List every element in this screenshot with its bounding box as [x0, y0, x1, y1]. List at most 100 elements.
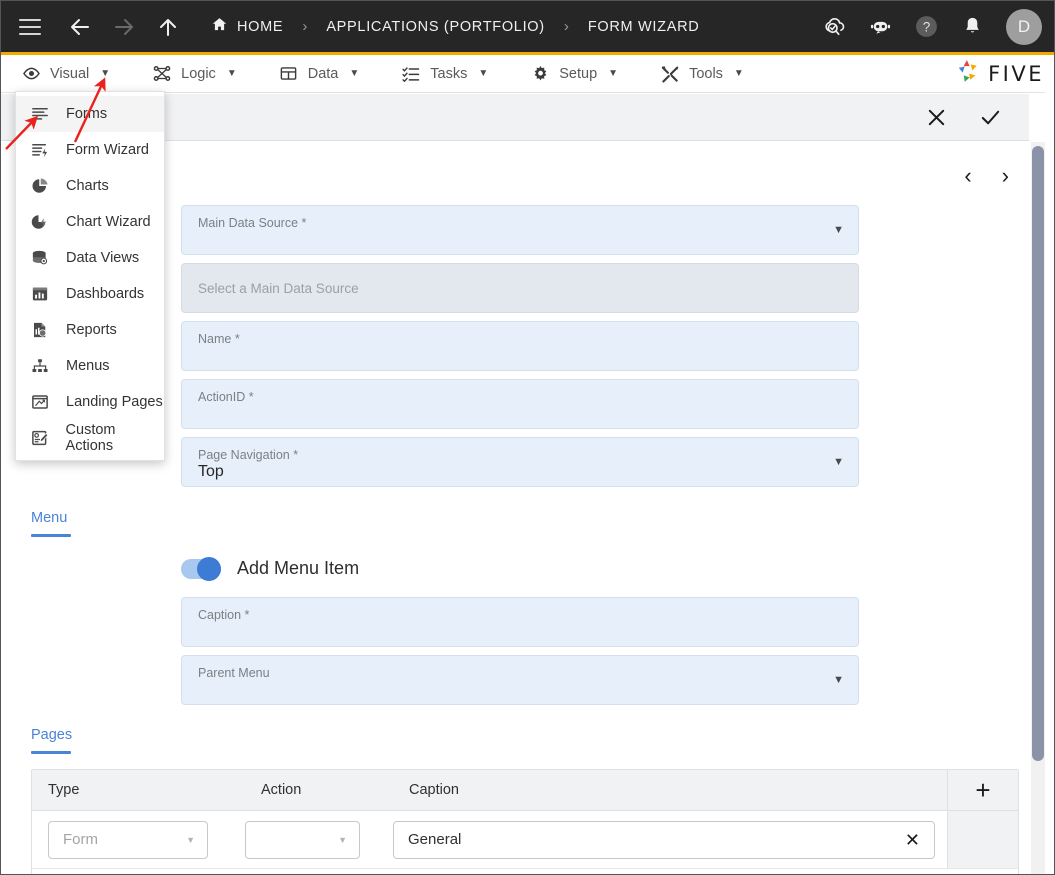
field-label: Page Navigation * [198, 448, 299, 462]
close-icon[interactable] [923, 104, 949, 130]
clear-icon[interactable]: ✕ [905, 830, 920, 851]
dropdown-item-dashboards[interactable]: Dashboards [16, 276, 164, 312]
record-pager: ‹ › [958, 161, 1015, 191]
menu-tasks[interactable]: Tasks ▼ [401, 64, 488, 84]
checklist-icon [401, 64, 421, 84]
column-header-action: Action [261, 782, 302, 798]
field-name[interactable]: Name * [181, 321, 859, 371]
breadcrumb-item-form-wizard[interactable]: FORM WIZARD [588, 19, 700, 35]
avatar[interactable]: D [1006, 8, 1042, 45]
five-brand-text: FIVE [988, 61, 1044, 86]
chevron-down-icon: ▼ [733, 68, 744, 79]
application-menu-bar: Visual ▼ Logic ▼ Data ▼ Tasks ▼ Setup ▼ … [1, 55, 1054, 93]
vertical-scrollbar-thumb[interactable] [1032, 146, 1044, 761]
dropdown-item-label: Custom Actions [65, 422, 116, 454]
field-label: Caption * [198, 608, 250, 622]
menu-data[interactable]: Data ▼ [279, 64, 360, 84]
dropdown-item-landing-pages[interactable]: Landing Pages [16, 384, 164, 420]
cell-row-end [947, 811, 1018, 868]
cell-action: ▼ [245, 820, 393, 859]
form-wizard-icon [30, 140, 50, 160]
menu-logic[interactable]: Logic ▼ [152, 64, 237, 84]
menu-visual[interactable]: Visual ▼ [21, 64, 110, 84]
chevron-down-icon: ▼ [349, 68, 360, 79]
menu-setup[interactable]: Setup ▼ [530, 64, 618, 84]
dropdown-item-form-wizard[interactable]: Form Wizard [16, 132, 164, 168]
cloud-check-icon[interactable] [820, 13, 848, 41]
breadcrumb-item-applications[interactable]: APPLICATIONS (PORTFOLIO) [326, 19, 545, 35]
nodes-icon [152, 64, 172, 84]
arrow-left-icon[interactable] [67, 14, 93, 40]
menu-logic-label: Logic [181, 65, 216, 82]
field-label: Parent Menu [198, 666, 270, 680]
menu-visual-label: Visual [50, 65, 90, 82]
content-right-gutter [1045, 55, 1054, 874]
tab-menu[interactable]: Menu [31, 510, 67, 526]
topbar-actions: ? D [820, 8, 1042, 45]
field-main-data-source[interactable]: Main Data Source * ▼ [181, 205, 859, 255]
dropdown-item-custom-actions[interactable]: Custom Actions [16, 420, 164, 456]
dropdown-item-chart-wizard[interactable]: Chart Wizard [16, 204, 164, 240]
row-caption-input[interactable]: General ✕ [393, 820, 935, 859]
help-icon[interactable]: ? [912, 13, 940, 41]
dropdown-item-data-views[interactable]: Data Views [16, 240, 164, 276]
toggle-add-menu-item-row: Add Menu Item [181, 556, 359, 581]
landing-pages-icon [30, 392, 50, 412]
breadcrumb-separator: › [302, 18, 308, 35]
dropdown-item-label: Menus [66, 358, 110, 374]
add-menu-item-toggle[interactable] [181, 556, 221, 581]
five-mark-icon [955, 58, 981, 89]
data-views-icon [30, 248, 50, 268]
bell-icon[interactable] [958, 13, 986, 41]
previous-record-button[interactable]: ‹ [958, 161, 977, 191]
field-parent-menu[interactable]: Parent Menu ▼ [181, 655, 859, 705]
dropdown-item-charts[interactable]: Charts [16, 168, 164, 204]
dropdown-item-label: Form Wizard [66, 142, 149, 158]
arrow-right-icon[interactable] [111, 14, 137, 40]
cell-type: Form ▼ [32, 820, 245, 859]
field-caption[interactable]: Caption * [181, 597, 859, 647]
chevron-down-icon: ▼ [478, 68, 489, 79]
toggle-knob [197, 556, 221, 581]
charts-icon [30, 176, 50, 196]
breadcrumb-item-home[interactable]: HOME [211, 16, 283, 37]
dropdown-item-label: Reports [66, 322, 117, 338]
dropdown-item-reports[interactable]: Reports [16, 312, 164, 348]
column-header-type: Type [48, 782, 80, 798]
robot-icon[interactable] [866, 13, 894, 41]
menus-icon [30, 356, 50, 376]
dropdown-item-label: Dashboards [66, 286, 145, 302]
row-action-select[interactable]: ▼ [245, 820, 360, 859]
hamburger-icon[interactable] [19, 18, 41, 35]
eye-icon [21, 64, 41, 84]
menu-tools[interactable]: Tools ▼ [660, 64, 744, 84]
breadcrumb: HOME › APPLICATIONS (PORTFOLIO) › FORM W… [211, 16, 699, 37]
field-placeholder: Select a Main Data Source [198, 281, 359, 296]
breadcrumb-separator: › [563, 18, 569, 35]
chevron-down-icon: ▼ [608, 68, 619, 79]
dropdown-item-menus[interactable]: Menus [16, 348, 164, 384]
table-row-empty [32, 869, 1018, 874]
check-icon[interactable] [977, 104, 1003, 130]
tab-pages[interactable]: Pages [31, 727, 72, 743]
five-logo: FIVE [955, 58, 1044, 89]
row-type-select[interactable]: Form ▼ [48, 820, 208, 859]
tools-icon [660, 64, 680, 84]
next-record-button[interactable]: › [996, 161, 1015, 191]
dropdown-item-label: Forms [66, 106, 108, 122]
chevron-down-icon: ▼ [186, 834, 195, 845]
field-value: Top [198, 463, 224, 480]
menu-tasks-label: Tasks [430, 65, 468, 82]
reports-icon [30, 320, 50, 340]
arrow-up-icon[interactable] [155, 14, 181, 40]
dropdown-item-forms[interactable]: Forms [16, 96, 164, 132]
field-action-id[interactable]: ActionID * [181, 379, 859, 429]
plus-icon[interactable]: + [947, 770, 1018, 810]
dropdown-item-label: Charts [66, 178, 109, 194]
row-caption-value: General [408, 831, 462, 848]
tab-menu-underline [31, 534, 71, 537]
pages-table-header: Type Action Caption + [32, 770, 1018, 811]
field-page-navigation[interactable]: Page Navigation * Top ▼ [181, 437, 859, 487]
row-type-value: Form [63, 831, 98, 848]
dashboards-icon [30, 284, 50, 304]
